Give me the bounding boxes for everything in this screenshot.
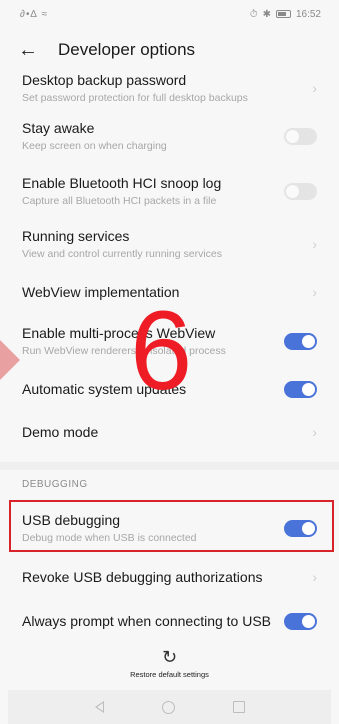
- step-number: 6: [130, 288, 193, 413]
- usb-debugging-highlight: [9, 500, 334, 552]
- bluetooth-icon: ✱: [262, 8, 271, 20]
- chevron-right-icon: ›: [312, 80, 317, 96]
- status-time: 16:52: [295, 8, 321, 20]
- setting-demo-mode[interactable]: Demo mode ›: [0, 410, 339, 454]
- wifi-icon: ≈: [41, 8, 49, 20]
- restore-defaults-button[interactable]: ↻ Restore default settings: [0, 648, 339, 679]
- chevron-right-icon: ›: [312, 569, 317, 585]
- app-bar: ← Developer options: [0, 28, 339, 72]
- status-bar: ∂•∆ ≈ ⏱ ✱ 16:52: [0, 0, 339, 28]
- setting-title: Stay awake: [22, 120, 95, 136]
- setting-title: Running services: [22, 228, 130, 244]
- pointer-arrow-icon: [0, 340, 20, 380]
- setting-title: Always prompt when connecting to USB: [22, 613, 272, 629]
- back-arrow-icon[interactable]: ←: [18, 39, 48, 62]
- setting-always-prompt-usb[interactable]: Always prompt when connecting to USB: [0, 598, 339, 644]
- signal-icon: ∂•∆: [20, 8, 38, 20]
- nav-back-icon[interactable]: [94, 701, 104, 713]
- nav-recents-icon[interactable]: [232, 701, 245, 713]
- setting-subtitle: Keep screen on when charging: [22, 140, 167, 152]
- setting-subtitle: Run WebView renderers in isolated proces…: [22, 345, 226, 357]
- setting-title: Revoke USB debugging authorizations: [22, 569, 263, 585]
- setting-title: Demo mode: [22, 424, 99, 440]
- bluetooth-hci-toggle[interactable]: [284, 182, 317, 200]
- setting-subtitle: View and control currently running servi…: [22, 248, 222, 260]
- setting-title: Desktop backup password: [22, 72, 187, 88]
- signal-icons: ∂•∆ ≈: [20, 9, 48, 20]
- always-prompt-toggle[interactable]: [284, 612, 317, 630]
- navigation-bar: [8, 690, 331, 724]
- setting-revoke-usb-auth[interactable]: Revoke USB debugging authorizations ›: [0, 556, 339, 598]
- automatic-updates-toggle[interactable]: [284, 380, 317, 398]
- chevron-right-icon: ›: [312, 424, 317, 440]
- setting-subtitle: Capture all Bluetooth HCI packets in a f…: [22, 195, 217, 207]
- battery-icon: [275, 10, 291, 18]
- setting-subtitle: Set password protection for full desktop…: [22, 92, 248, 104]
- chevron-right-icon: ›: [312, 284, 317, 300]
- section-header-debugging: DEBUGGING: [22, 479, 88, 490]
- multi-process-webview-toggle[interactable]: [284, 332, 317, 350]
- setting-title: Enable multi-process WebView: [22, 325, 216, 341]
- setting-title: Enable Bluetooth HCI snoop log: [22, 175, 222, 191]
- restore-label: Restore default settings: [130, 670, 209, 679]
- chevron-right-icon: ›: [312, 236, 317, 252]
- setting-running-services[interactable]: Running services View and control curren…: [0, 218, 339, 270]
- restore-icon: ↻: [161, 647, 178, 667]
- setting-stay-awake[interactable]: Stay awake Keep screen on when charging: [0, 108, 339, 164]
- nav-home-icon[interactable]: [161, 700, 175, 714]
- page-title: Developer options: [58, 40, 196, 59]
- setting-desktop-backup-password[interactable]: Desktop backup password Set password pro…: [0, 68, 339, 108]
- stay-awake-toggle[interactable]: [284, 127, 317, 145]
- setting-bluetooth-hci-snoop[interactable]: Enable Bluetooth HCI snoop log Capture a…: [0, 164, 339, 218]
- alarm-icon: ⏱: [249, 8, 258, 20]
- section-divider: [0, 462, 339, 470]
